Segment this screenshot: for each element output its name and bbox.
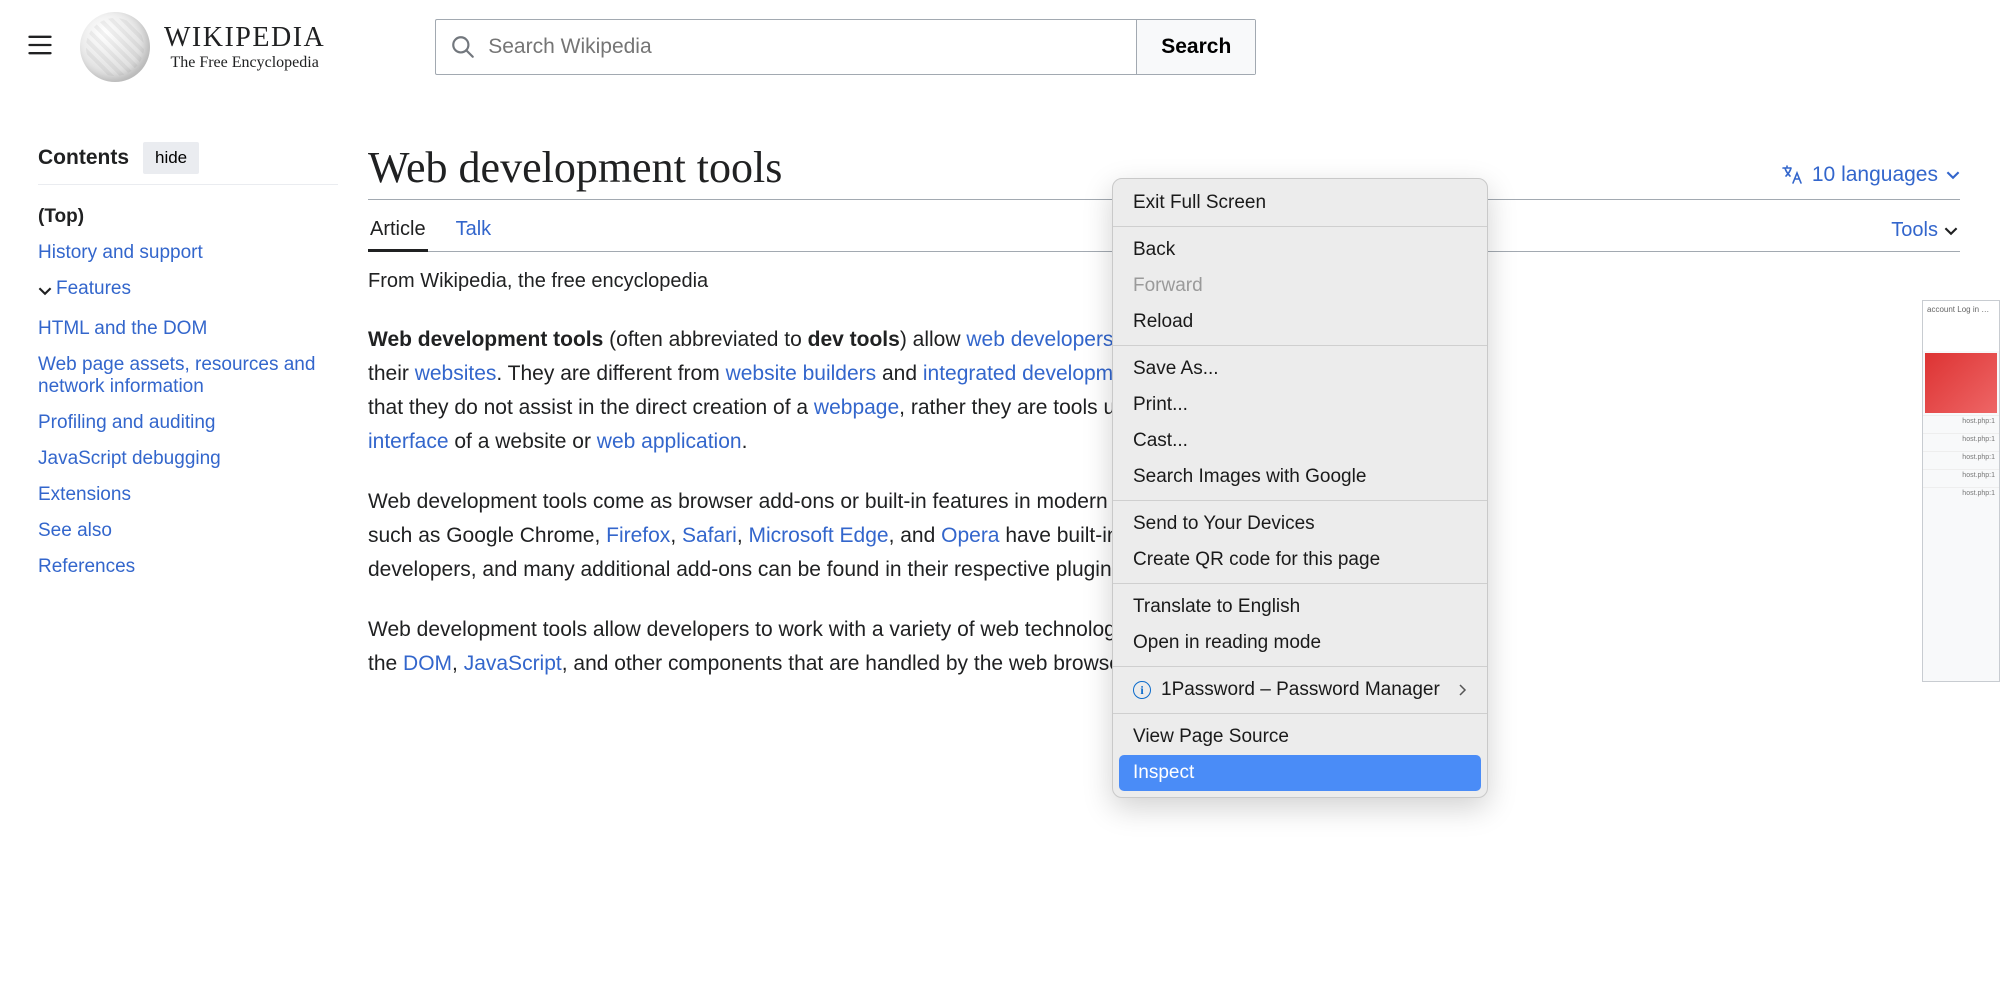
link-websites[interactable]: websites (415, 362, 497, 385)
chevron-down-icon (1946, 168, 1960, 182)
logo[interactable]: WIKIPEDIA The Free Encyclopedia (80, 12, 325, 82)
toc-link-profiling[interactable]: Profiling and auditing (38, 412, 215, 433)
ctx-back[interactable]: Back (1113, 232, 1487, 268)
toc-link-extensions[interactable]: Extensions (38, 484, 131, 505)
link-web-developers[interactable]: web developers (966, 328, 1113, 351)
ctx-reload[interactable]: Reload (1113, 304, 1487, 340)
ctx-qr-code[interactable]: Create QR code for this page (1113, 542, 1487, 578)
search-form: Search (435, 19, 1256, 75)
chevron-right-icon (1457, 684, 1467, 696)
thumb-image (1925, 353, 1997, 413)
article-thumbnail-fragment: account Log in … host.php:1 host.php:1 h… (1922, 300, 2000, 682)
contents-heading: Contents (38, 146, 129, 170)
translate-icon (1780, 163, 1804, 187)
link-website-builders[interactable]: website builders (726, 362, 877, 385)
toc-link-references[interactable]: References (38, 556, 135, 577)
toc-link-see-also[interactable]: See also (38, 520, 112, 541)
language-count: 10 languages (1812, 163, 1938, 187)
toc-toggle-features[interactable]: Features (38, 278, 131, 300)
hide-contents-button[interactable]: hide (143, 142, 199, 174)
info-icon: i (1133, 681, 1151, 699)
tab-talk[interactable]: Talk (454, 208, 494, 251)
main-menu-button[interactable] (20, 25, 60, 70)
tab-tools[interactable]: Tools (1889, 208, 1960, 251)
ctx-separator (1113, 666, 1487, 667)
site-header: WIKIPEDIA The Free Encyclopedia Search (0, 0, 2000, 102)
link-firefox[interactable]: Firefox (606, 524, 670, 547)
ctx-search-images[interactable]: Search Images with Google (1113, 459, 1487, 495)
search-icon (450, 34, 476, 60)
link-opera[interactable]: Opera (941, 524, 999, 547)
thumb-top-text: account Log in … (1923, 301, 1999, 351)
ctx-view-source[interactable]: View Page Source (1113, 719, 1487, 755)
ctx-inspect[interactable]: Inspect (1119, 755, 1481, 791)
browser-context-menu: Exit Full Screen Back Forward Reload Sav… (1112, 178, 1488, 798)
link-webpage[interactable]: webpage (814, 396, 899, 419)
chevron-down-icon (38, 284, 52, 298)
language-switcher[interactable]: 10 languages (1780, 163, 1960, 193)
link-javascript[interactable]: JavaScript (464, 652, 562, 675)
hamburger-icon (26, 31, 54, 59)
wordmark-tagline: The Free Encyclopedia (170, 54, 318, 72)
link-dom[interactable]: DOM (403, 652, 452, 675)
wordmark: WIKIPEDIA The Free Encyclopedia (164, 22, 325, 72)
ctx-print[interactable]: Print... (1113, 387, 1487, 423)
toc-list: (Top) History and support Features HTML … (38, 199, 338, 585)
ctx-save-as[interactable]: Save As... (1113, 351, 1487, 387)
ctx-cast[interactable]: Cast... (1113, 423, 1487, 459)
wordmark-main: WIKIPEDIA (164, 22, 325, 54)
ctx-send-devices[interactable]: Send to Your Devices (1113, 506, 1487, 542)
ctx-1password[interactable]: i1Password – Password Manager (1113, 672, 1487, 708)
ctx-forward: Forward (1113, 268, 1487, 304)
link-edge[interactable]: Microsoft Edge (749, 524, 889, 547)
ctx-separator (1113, 583, 1487, 584)
link-web-application[interactable]: web application (597, 430, 742, 453)
toc-link-history[interactable]: History and support (38, 242, 203, 263)
toc-top[interactable]: (Top) (38, 206, 84, 227)
ctx-separator (1113, 713, 1487, 714)
ctx-separator (1113, 345, 1487, 346)
toc-link-html-dom[interactable]: HTML and the DOM (38, 318, 207, 339)
ctx-reading-mode[interactable]: Open in reading mode (1113, 625, 1487, 661)
search-input[interactable] (488, 35, 1122, 59)
ctx-exit-fullscreen[interactable]: Exit Full Screen (1113, 185, 1487, 221)
search-button[interactable]: Search (1136, 20, 1255, 74)
ctx-translate[interactable]: Translate to English (1113, 589, 1487, 625)
chevron-down-icon (1944, 224, 1958, 238)
toc-link-js-debugging[interactable]: JavaScript debugging (38, 448, 221, 469)
page-title: Web development tools (368, 142, 782, 193)
link-safari[interactable]: Safari (682, 524, 737, 547)
ctx-separator (1113, 226, 1487, 227)
contents-sidebar: Contents hide (Top) History and support … (38, 142, 368, 707)
tab-article[interactable]: Article (368, 208, 428, 252)
wikipedia-globe-icon (80, 12, 150, 82)
toc-link-assets[interactable]: Web page assets, resources and network i… (38, 354, 315, 397)
ctx-separator (1113, 500, 1487, 501)
